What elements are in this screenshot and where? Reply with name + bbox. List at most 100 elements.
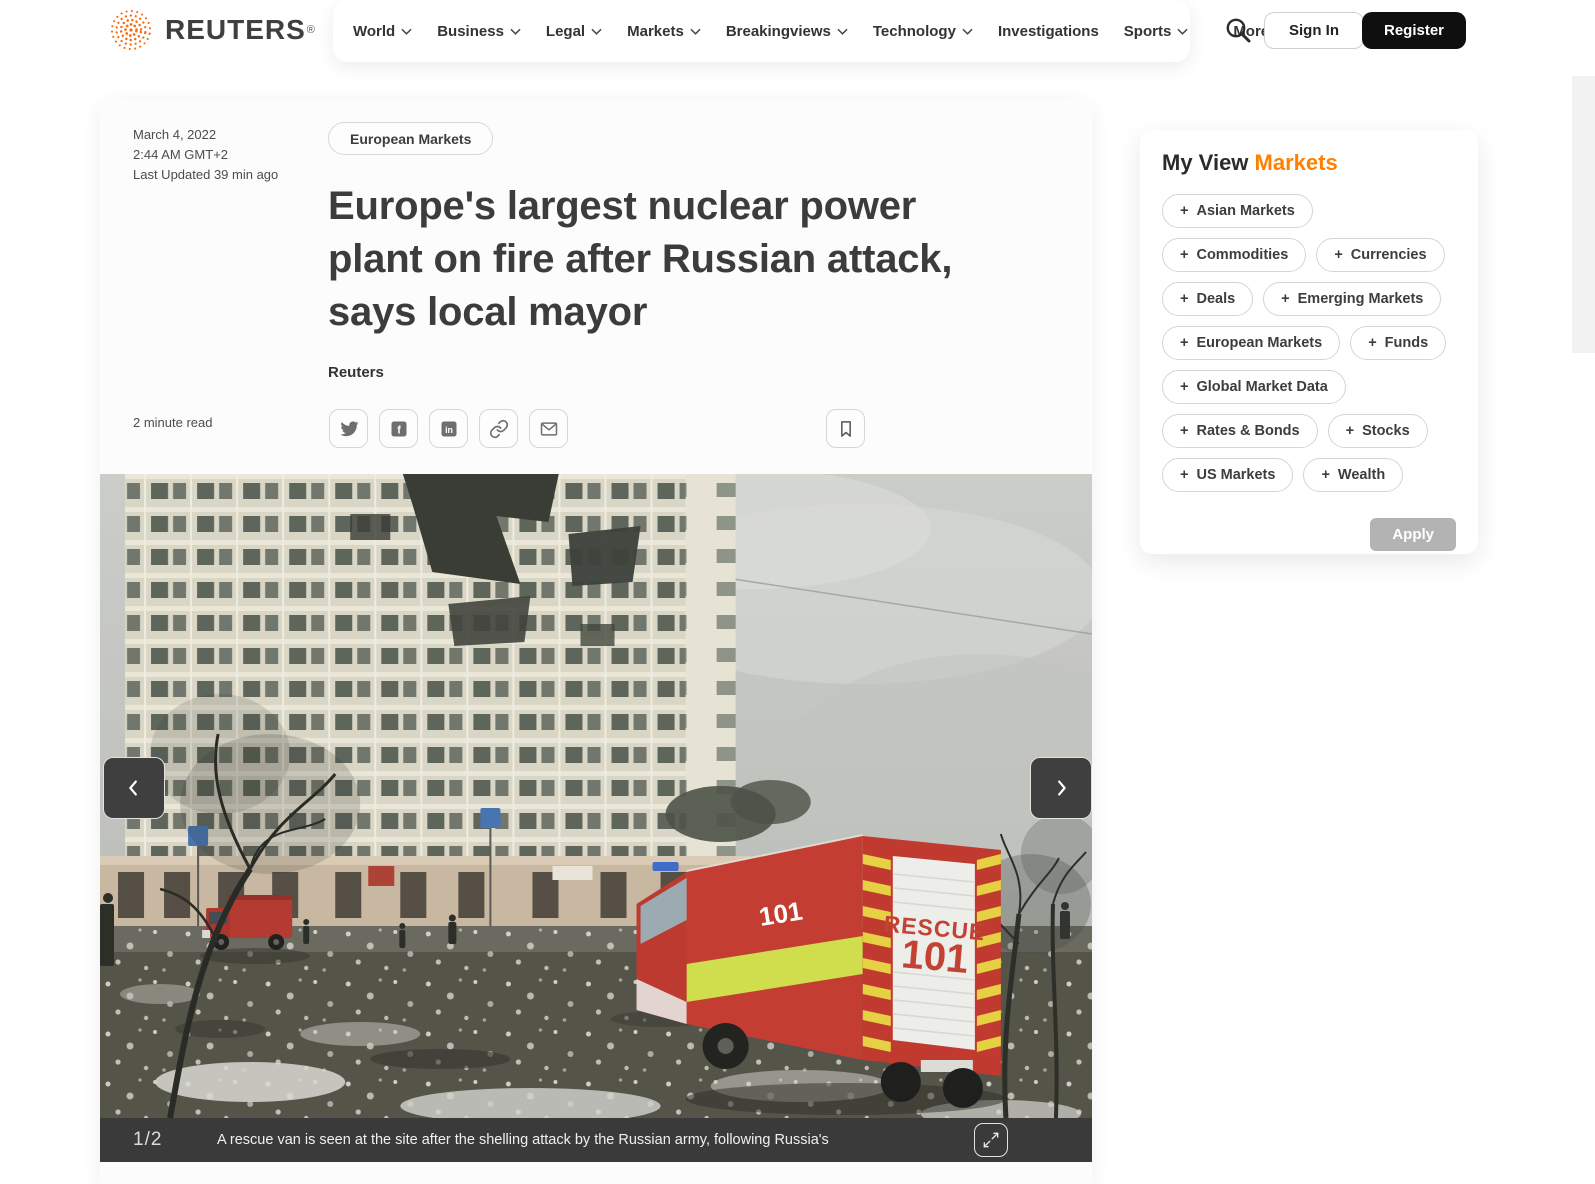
nav-item-legal[interactable]: Legal bbox=[546, 23, 602, 40]
plus-icon: + bbox=[1180, 335, 1188, 351]
reuters-article-page: REUTERS® World Business Legal Markets Br… bbox=[0, 0, 1595, 1184]
chip-label: Deals bbox=[1196, 291, 1235, 307]
nav-item-markets[interactable]: Markets bbox=[627, 23, 701, 40]
chevron-down-icon bbox=[837, 28, 848, 35]
nav-item-technology[interactable]: Technology bbox=[873, 23, 973, 40]
copy-link-button[interactable] bbox=[479, 409, 518, 448]
share-twitter-button[interactable] bbox=[329, 409, 368, 448]
search-button[interactable] bbox=[1222, 15, 1254, 47]
nav-item-label: Legal bbox=[546, 23, 585, 40]
market-chip-commodities[interactable]: + Commodities bbox=[1162, 238, 1306, 272]
gallery-prev-button[interactable] bbox=[103, 757, 165, 819]
chevron-down-icon bbox=[690, 28, 701, 35]
apply-button[interactable]: Apply bbox=[1370, 518, 1456, 551]
chip-label: US Markets bbox=[1196, 467, 1275, 483]
chip-row: + Commodities + Currencies bbox=[1162, 238, 1456, 272]
facebook-f-glyph: f bbox=[397, 424, 401, 436]
market-chip-wealth[interactable]: + Wealth bbox=[1303, 458, 1403, 492]
brand-wordmark: REUTERS® bbox=[165, 14, 315, 46]
market-chip-asian-markets[interactable]: +Asian Markets bbox=[1162, 194, 1313, 228]
offscreen-panel-edge bbox=[1572, 76, 1595, 353]
sidebar-title-accent: Markets bbox=[1255, 150, 1338, 175]
chip-label: Global Market Data bbox=[1196, 379, 1327, 395]
reuters-globe-icon bbox=[108, 7, 154, 53]
chip-row: +Global Market Data bbox=[1162, 370, 1456, 404]
chip-label: Stocks bbox=[1362, 423, 1410, 439]
my-view-sidebar: My View Markets +Asian Markets + Commodit… bbox=[1140, 130, 1478, 554]
chip-label: Wealth bbox=[1338, 467, 1385, 483]
market-chip-global-market-data[interactable]: +Global Market Data bbox=[1162, 370, 1346, 404]
link-icon bbox=[489, 419, 509, 439]
market-chip-funds[interactable]: +Funds bbox=[1350, 326, 1446, 360]
chip-label: Commodities bbox=[1196, 247, 1288, 263]
market-chip-european-markets[interactable]: + European Markets bbox=[1162, 326, 1340, 360]
nav-item-investigations[interactable]: Investigations bbox=[998, 23, 1099, 40]
nav-item-label: Breakingviews bbox=[726, 23, 831, 40]
twitter-icon bbox=[339, 419, 359, 439]
nav-item-world[interactable]: World bbox=[353, 23, 412, 40]
chip-row: + Deals +Emerging Markets bbox=[1162, 282, 1456, 316]
facebook-icon: f bbox=[389, 419, 409, 439]
plus-icon: + bbox=[1321, 467, 1329, 483]
plus-icon: + bbox=[1368, 335, 1376, 351]
top-header: REUTERS® World Business Legal Markets Br… bbox=[0, 0, 1595, 100]
photo-caption-bar: 1/2 A rescue van is seen at the site aft… bbox=[100, 1118, 1092, 1162]
market-chip-rates-bonds[interactable]: + Rates & Bonds bbox=[1162, 414, 1318, 448]
plus-icon: + bbox=[1180, 423, 1188, 439]
bookmark-button[interactable] bbox=[826, 409, 865, 448]
share-email-button[interactable] bbox=[529, 409, 568, 448]
chevron-down-icon bbox=[401, 28, 412, 35]
chip-row: + Rates & Bonds + Stocks bbox=[1162, 414, 1456, 448]
share-facebook-button[interactable]: f bbox=[379, 409, 418, 448]
plus-icon: + bbox=[1180, 291, 1188, 307]
chip-label: Currencies bbox=[1351, 247, 1427, 263]
photo-caption: A rescue van is seen at the site after t… bbox=[217, 1132, 927, 1148]
category-chip[interactable]: European Markets bbox=[328, 122, 493, 155]
register-button[interactable]: Register bbox=[1362, 12, 1466, 49]
chip-row: +Asian Markets bbox=[1162, 194, 1456, 228]
nav-item-label: Business bbox=[437, 23, 504, 40]
chevron-right-icon bbox=[1050, 777, 1072, 799]
gallery-next-button[interactable] bbox=[1030, 757, 1092, 819]
chevron-down-icon bbox=[510, 28, 521, 35]
article-photo: 101 bbox=[100, 474, 1092, 1118]
nav-item-label: World bbox=[353, 23, 395, 40]
market-chip-us-markets[interactable]: +US Markets bbox=[1162, 458, 1293, 492]
market-chip-emerging-markets[interactable]: +Emerging Markets bbox=[1263, 282, 1441, 316]
sidebar-title-prefix: My View bbox=[1162, 150, 1248, 175]
nav-item-sports[interactable]: Sports bbox=[1124, 23, 1189, 40]
nav-item-business[interactable]: Business bbox=[437, 23, 521, 40]
chip-label: Emerging Markets bbox=[1298, 291, 1424, 307]
reuters-logo[interactable]: REUTERS® bbox=[108, 7, 315, 53]
plus-icon: + bbox=[1346, 423, 1354, 439]
chevron-down-icon bbox=[962, 28, 973, 35]
nav-item-label: Sports bbox=[1124, 23, 1172, 40]
article-byline: Reuters bbox=[328, 364, 384, 381]
article-updated: Last Updated 39 min ago bbox=[133, 165, 278, 185]
plus-icon: + bbox=[1180, 247, 1188, 263]
expand-icon bbox=[981, 1130, 1001, 1150]
chevron-down-icon bbox=[591, 28, 602, 35]
linkedin-in-glyph: in bbox=[445, 424, 453, 434]
market-chip-stocks[interactable]: + Stocks bbox=[1328, 414, 1428, 448]
expand-image-button[interactable] bbox=[974, 1123, 1008, 1157]
article-card: March 4, 2022 2:44 AM GMT+2 Last Updated… bbox=[100, 100, 1092, 1184]
sign-in-button[interactable]: Sign In bbox=[1264, 12, 1364, 49]
search-icon bbox=[1224, 16, 1252, 44]
nav-item-label: Technology bbox=[873, 23, 956, 40]
linkedin-icon: in bbox=[439, 419, 459, 439]
read-time: 2 minute read bbox=[133, 415, 213, 430]
chip-label: European Markets bbox=[1196, 335, 1322, 351]
plus-icon: + bbox=[1334, 247, 1342, 263]
photo-scene: 101 bbox=[100, 474, 1092, 1118]
bookmark-icon bbox=[836, 419, 856, 439]
main-nav: World Business Legal Markets Breakingvie… bbox=[333, 0, 1190, 62]
chip-label: Rates & Bonds bbox=[1196, 423, 1299, 439]
chevron-left-icon bbox=[123, 777, 145, 799]
market-chip-currencies[interactable]: + Currencies bbox=[1316, 238, 1444, 272]
article-time: 2:44 AM GMT+2 bbox=[133, 145, 278, 165]
nav-item-breakingviews[interactable]: Breakingviews bbox=[726, 23, 848, 40]
apply-row: Apply bbox=[1162, 518, 1456, 551]
market-chip-deals[interactable]: + Deals bbox=[1162, 282, 1253, 316]
share-linkedin-button[interactable]: in bbox=[429, 409, 468, 448]
